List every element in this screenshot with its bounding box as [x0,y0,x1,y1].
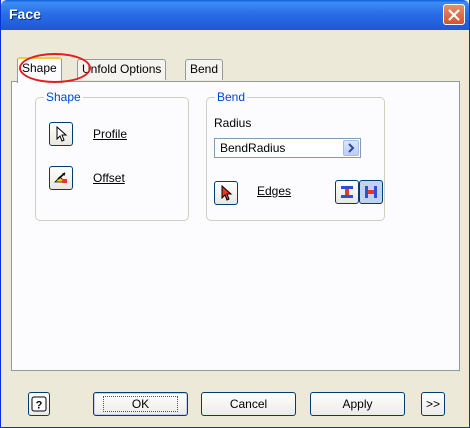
cursor-arrow-icon [56,126,68,142]
bend-mode-button-2[interactable] [359,180,383,204]
radius-combo[interactable]: BendRadius [214,138,361,158]
window-title: Face [9,6,41,22]
cancel-button[interactable]: Cancel [201,392,296,416]
chevron-right-icon [348,143,355,153]
more-button[interactable]: >> [421,392,445,416]
bend-mode-button-1[interactable] [335,180,359,204]
cursor-arrow-icon [221,185,233,201]
help-button[interactable]: ? [28,392,50,416]
ok-button[interactable]: OK [93,392,188,416]
radius-expand-button[interactable] [343,140,359,156]
cancel-label: Cancel [229,397,268,411]
radius-value: BendRadius [220,141,286,155]
profile-label: Profile [93,127,128,141]
more-label: >> [425,397,440,411]
help-icon: ? [31,396,47,412]
profile-button[interactable] [49,122,73,146]
edges-label: Edges [257,184,292,198]
close-button[interactable] [443,4,465,25]
close-icon [448,9,460,21]
bend-extent-icon [341,186,353,198]
tab-shape[interactable]: Shape [17,57,62,83]
tab-bend-label: Bend [190,62,219,76]
tab-bend[interactable]: Bend [185,59,224,80]
face-dialog: Face Shape Unfold Options Bend Shape Pro… [0,0,470,428]
apply-button[interactable]: Apply [310,392,405,416]
svg-text:?: ? [36,400,43,412]
edges-button[interactable] [214,181,238,205]
offset-label: Offset [93,171,125,185]
bend-group-label: Bend [215,90,248,104]
shape-group-label: Shape [44,90,83,104]
offset-icon [54,172,67,183]
tab-shape-label: Shape [22,61,57,75]
radius-label: Radius [214,116,252,130]
ok-label: OK [102,396,179,412]
bend-extent-full-icon [365,186,377,198]
offset-button[interactable] [49,166,73,190]
tab-unfold-options-label: Unfold Options [82,62,162,76]
apply-label: Apply [342,397,373,411]
shape-group: Shape [35,90,189,221]
tab-unfold-options[interactable]: Unfold Options [77,59,167,80]
title-bar[interactable]: Face [1,0,469,30]
